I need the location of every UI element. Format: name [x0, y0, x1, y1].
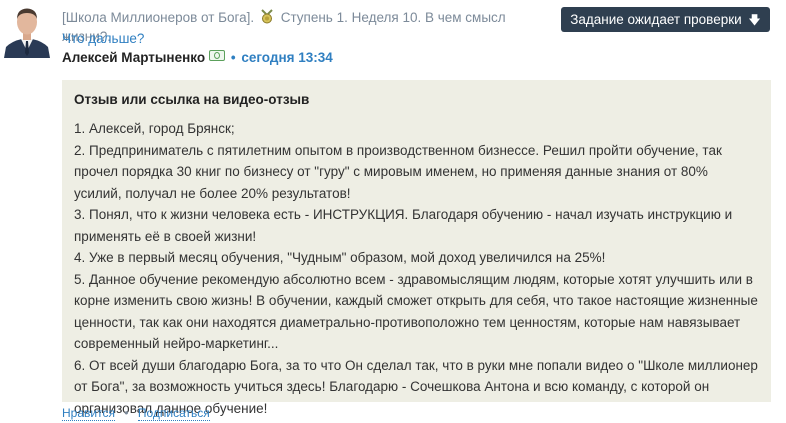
- author-separator: •: [230, 50, 236, 65]
- author-line: Алексей Мартыненко • сегодня 13:34: [62, 48, 333, 67]
- post-date[interactable]: сегодня 13:34: [241, 50, 332, 65]
- medal-badge-icon: [259, 9, 275, 24]
- user-photo-icon: [2, 3, 52, 58]
- review-paragraph: 2. Предприниматель с пятилетним опытом в…: [74, 142, 722, 201]
- like-link[interactable]: Нравится: [62, 406, 115, 421]
- what-next-link[interactable]: Что дальше?: [62, 29, 144, 48]
- course-title-link[interactable]: [Школа Миллионеров от Бога].: [62, 10, 254, 25]
- review-content-box: Отзыв или ссылка на видео-отзыв 1. Алекс…: [62, 80, 771, 416]
- status-button-label: Задание ожидает проверки: [570, 12, 742, 27]
- review-text: 1. Алексей, город Брянск; 2. Предпринима…: [74, 118, 759, 419]
- review-paragraph: 5. Данное обучение рекомендую абсолютно …: [74, 271, 758, 352]
- avatar[interactable]: [2, 3, 52, 58]
- author-name[interactable]: Алексей Мартыненко: [62, 50, 205, 65]
- review-title: Отзыв или ссылка на видео-отзыв: [74, 92, 310, 107]
- footer-separator: •: [124, 406, 129, 420]
- review-paragraph: 1. Алексей, город Брянск;: [74, 121, 235, 136]
- subscribe-link[interactable]: Подписаться: [137, 406, 210, 421]
- arrow-down-icon: 🡇: [748, 13, 761, 27]
- review-paragraph: 3. Понял, что к жизни человека есть - ИН…: [74, 207, 733, 244]
- post-actions: Нравится • Подписаться: [62, 405, 210, 421]
- review-paragraph: 4. Уже в первый месяц обучения, "Чудным"…: [74, 250, 606, 265]
- money-icon: [209, 50, 226, 61]
- task-status-button[interactable]: Задание ожидает проверки 🡇: [561, 7, 770, 32]
